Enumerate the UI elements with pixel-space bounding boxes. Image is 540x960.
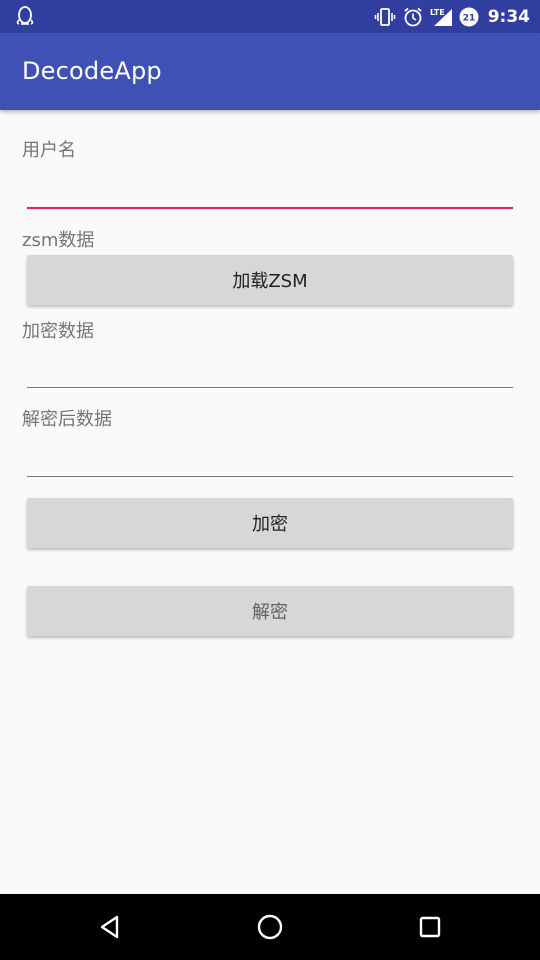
decrypted-data-label: 解密后数据 [22, 409, 112, 430]
decrypted-data-input[interactable] [27, 445, 513, 473]
app-screen: LTE 21 9:34 DecodeApp 用户名 zsm数据 加载ZSM 加密… [0, 0, 540, 960]
encrypt-button[interactable]: 加密 [27, 498, 513, 548]
svg-text:LTE: LTE [430, 8, 445, 17]
alarm-icon [402, 6, 424, 28]
load-zsm-button[interactable]: 加载ZSM [27, 255, 513, 305]
qq-penguin-icon [14, 5, 36, 27]
app-title: DecodeApp [22, 57, 162, 85]
recents-icon[interactable] [415, 912, 445, 942]
navigation-bar [0, 894, 540, 960]
username-label: 用户名 [22, 140, 76, 161]
decrypted-data-underline [27, 476, 513, 477]
vibrate-icon [374, 6, 396, 28]
encrypted-data-underline [27, 387, 513, 388]
svg-text:21: 21 [462, 13, 475, 23]
decrypt-button[interactable]: 解密 [27, 586, 513, 636]
home-icon[interactable] [255, 912, 285, 942]
username-input[interactable] [27, 176, 513, 204]
status-bar: LTE 21 9:34 [0, 0, 540, 33]
app-bar: DecodeApp [0, 33, 540, 110]
encrypted-data-label: 加密数据 [22, 321, 94, 342]
zsm-label: zsm数据 [22, 230, 95, 251]
status-time: 9:34 [487, 6, 530, 27]
lte-signal-icon: LTE [430, 6, 452, 28]
encrypted-data-input[interactable] [27, 356, 513, 384]
status-icons: LTE 21 9:34 [374, 0, 530, 33]
battery-icon: 21 [458, 6, 480, 28]
back-icon[interactable] [95, 912, 125, 942]
username-underline [27, 207, 513, 209]
